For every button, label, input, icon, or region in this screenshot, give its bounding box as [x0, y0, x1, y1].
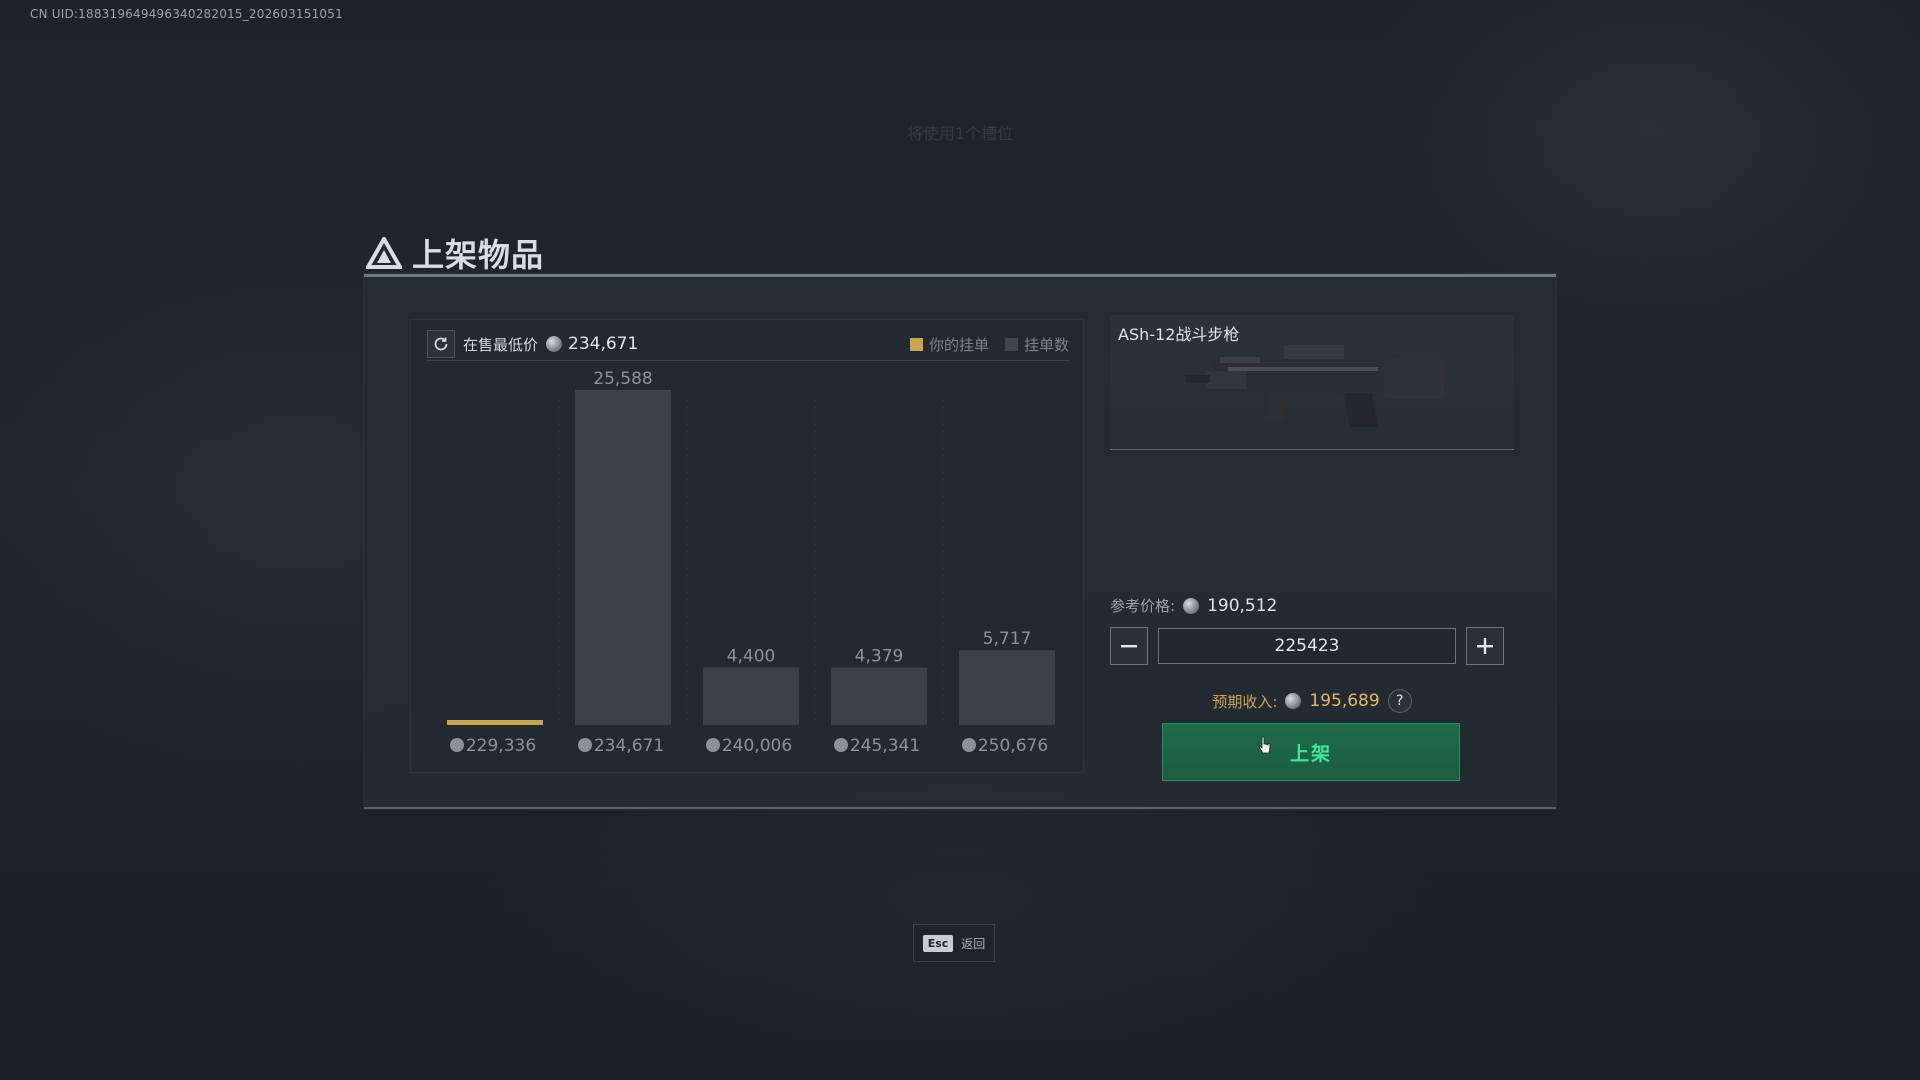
- chart-header: 在售最低价 234,671 你的挂单 挂单数: [427, 328, 1069, 361]
- list-item-button[interactable]: 上架: [1162, 723, 1460, 781]
- lowest-price-value: 234,671: [568, 334, 639, 354]
- chart-bar: [831, 667, 927, 725]
- chart-category-label: 229,336: [466, 736, 536, 756]
- chart-data-label: 5,717: [983, 629, 1032, 649]
- expected-income-label: 预期收入:: [1212, 692, 1278, 711]
- market-chart-box: 在售最低价 234,671 你的挂单 挂单数 229,336 25,588 234,…: [410, 319, 1084, 773]
- reference-price-label: 参考价格:: [1110, 597, 1176, 615]
- chart-category-label: 250,676: [978, 736, 1048, 756]
- coin-icon: [706, 738, 720, 752]
- reference-price: 参考价格: 190,512: [1110, 595, 1277, 616]
- chart-data-label: 4,400: [727, 646, 776, 666]
- listing-panel: 在售最低价 234,671 你的挂单 挂单数 229,336 25,588 234,…: [364, 274, 1556, 809]
- coin-icon: [1285, 693, 1302, 709]
- uid-watermark: CN UID:1883196494963402820​15_2026031510…: [30, 7, 343, 21]
- coin-icon: [1183, 597, 1200, 614]
- price-input[interactable]: [1158, 628, 1456, 664]
- chart-category-label: 240,006: [722, 736, 792, 756]
- legend-your-listing: 你的挂单: [909, 334, 989, 355]
- plus-icon: [1477, 638, 1493, 654]
- listing-bar-chart: 229,336 25,588 234,671 4,400 240,006 4,379 245…: [447, 369, 1055, 756]
- chart-data-label: 4,379: [855, 647, 904, 667]
- coin-icon: [834, 738, 848, 752]
- lowest-price-label: 在售最低价: [463, 335, 539, 354]
- your-listing-bar: [447, 720, 543, 725]
- mouse-cursor-icon: [1258, 736, 1271, 754]
- chart-bar: [959, 650, 1055, 725]
- panel-header: 上架物品: [366, 230, 544, 276]
- chart-category-label: 245,341: [850, 736, 920, 756]
- expected-income: 预期收入: 195,689 ?: [1110, 689, 1514, 713]
- decrease-price-button[interactable]: [1110, 627, 1148, 665]
- expected-income-value: 195,689: [1309, 691, 1380, 711]
- legend-listing-count: 挂单数: [1004, 334, 1069, 355]
- coin-icon: [578, 738, 592, 752]
- slot-hint: 将使用1个槽位: [906, 124, 1014, 143]
- chart-bar: [703, 667, 799, 725]
- coin-icon: [962, 738, 976, 752]
- esc-back-button[interactable]: Esc 返回: [913, 924, 995, 962]
- chart-legend: 你的挂单 挂单数: [909, 334, 1069, 355]
- reference-price-value: 190,512: [1207, 595, 1278, 616]
- chart-data-label: 25,588: [593, 369, 652, 389]
- esc-label: 返回: [961, 936, 986, 951]
- refresh-button[interactable]: [427, 330, 455, 358]
- help-icon[interactable]: ?: [1387, 689, 1412, 713]
- price-stepper: [1110, 627, 1504, 665]
- chart-bar: [575, 390, 671, 725]
- increase-price-button[interactable]: [1466, 627, 1504, 665]
- refresh-icon: [434, 337, 448, 351]
- chart-category-label: 234,671: [594, 736, 664, 756]
- page-title: 上架物品: [412, 236, 545, 274]
- triangle-logo-icon: [366, 237, 402, 269]
- rifle-image-icon: [1186, 345, 1444, 427]
- minus-icon: [1121, 645, 1137, 648]
- coin-icon: [450, 738, 464, 752]
- coin-icon: [546, 336, 563, 352]
- esc-key: Esc: [922, 934, 954, 952]
